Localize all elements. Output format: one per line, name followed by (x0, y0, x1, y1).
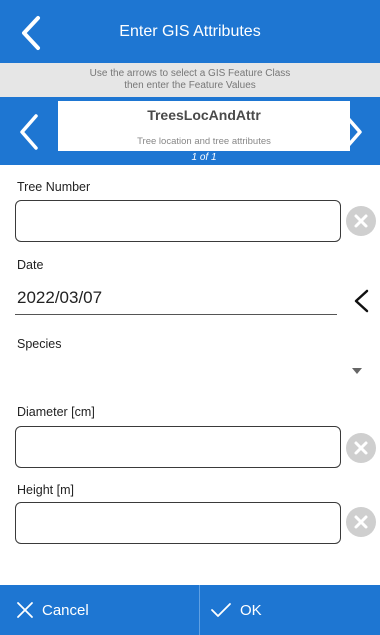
instructions-line-2: then enter the Feature Values (124, 80, 256, 91)
instructions-panel: Use the arrows to select a GIS Feature C… (0, 63, 380, 97)
diameter-field[interactable] (15, 426, 341, 468)
date-field[interactable]: 2022/03/07 (17, 288, 102, 308)
date-label: Date (17, 258, 44, 272)
diameter-label: Diameter [cm] (17, 405, 95, 419)
dropdown-arrow-icon[interactable] (352, 368, 362, 374)
tree-number-label: Tree Number (17, 180, 91, 194)
close-icon (354, 214, 368, 228)
height-field[interactable] (15, 502, 341, 544)
page-title: Enter GIS Attributes (119, 23, 261, 40)
chevron-left-icon (354, 289, 369, 313)
height-label: Height [m] (17, 483, 74, 497)
ok-button[interactable]: OK (200, 585, 380, 635)
species-label: Species (17, 337, 62, 351)
close-icon (354, 515, 368, 529)
instructions-line-1: Use the arrows to select a GIS Feature C… (89, 68, 291, 79)
clear-tree-number-button[interactable] (346, 206, 376, 236)
tree-number-field[interactable] (15, 200, 341, 242)
checkmark-icon (211, 603, 231, 617)
feature-class-name: TreesLocAndAttr (147, 107, 261, 123)
previous-feature-class-button[interactable] (14, 112, 44, 152)
cancel-button[interactable]: Cancel (0, 585, 199, 635)
close-icon (354, 441, 368, 455)
chevron-left-icon (20, 114, 38, 150)
feature-class-description: Tree location and tree attributes (137, 136, 271, 147)
ok-label: OK (240, 601, 262, 619)
clear-diameter-button[interactable] (346, 433, 376, 463)
species-dropdown[interactable] (15, 356, 345, 386)
feature-class-count: 1 of 1 (191, 152, 217, 163)
next-feature-class-button[interactable] (338, 112, 368, 152)
cancel-label: Cancel (42, 601, 89, 619)
date-underline (15, 314, 337, 315)
chevron-right-icon (344, 114, 362, 150)
feature-class-card: TreesLocAndAttr Tree location and tree a… (58, 101, 350, 151)
date-picker-button[interactable] (350, 286, 374, 316)
close-icon (17, 602, 33, 618)
clear-height-button[interactable] (346, 507, 376, 537)
